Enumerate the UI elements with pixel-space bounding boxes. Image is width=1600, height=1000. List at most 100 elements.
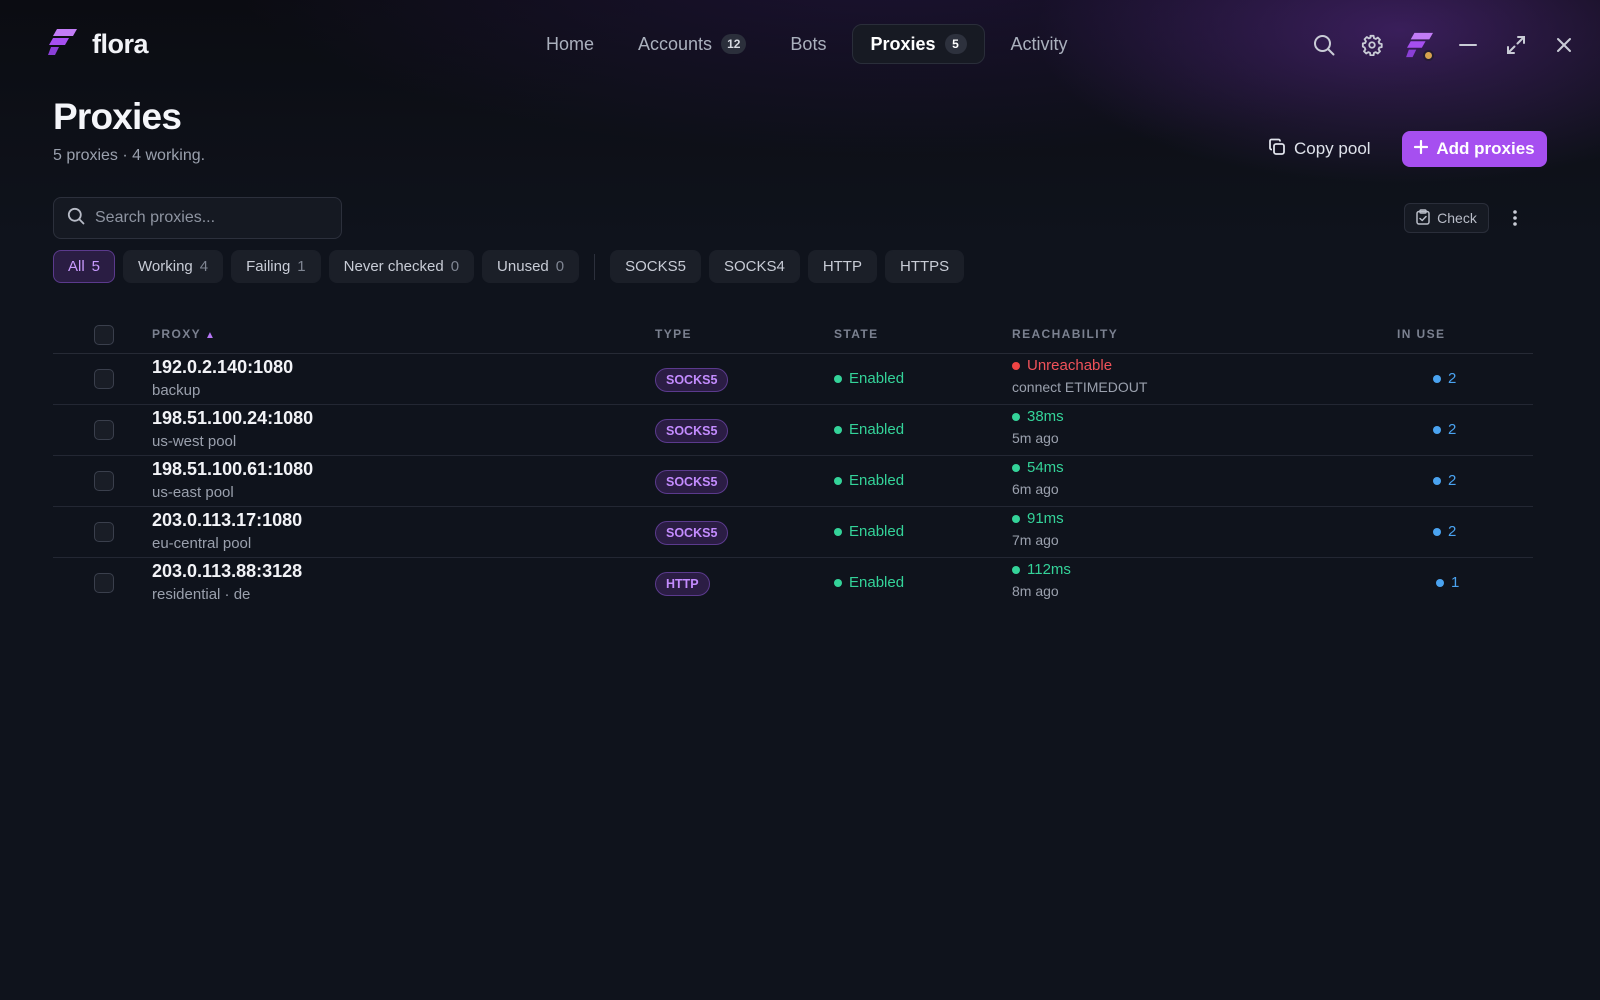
in-use-count: 2 [1448,421,1457,438]
row-checkbox[interactable] [94,369,114,389]
table-row[interactable]: 198.51.100.24:1080 us-west pool SOCKS5 E… [53,405,1533,456]
status-dot [1012,412,1020,421]
expand-icon[interactable] [1492,28,1540,62]
gear-icon[interactable] [1348,28,1396,62]
table-header: PROXY ▲ TYPE STATE REACHABILITY IN USE [53,316,1533,354]
nav-label: Home [546,33,595,54]
nav-bots[interactable]: Bots [772,24,844,64]
reachability-status: Unreachable [1012,357,1147,374]
copy-pool-button[interactable]: Copy pool [1262,131,1377,167]
copy-icon [1268,138,1286,161]
status-dot [1012,463,1020,472]
add-proxies-label: Add proxies [1436,139,1535,158]
row-checkbox[interactable] [94,573,114,593]
filter-all[interactable]: All 5 [53,250,116,283]
proxy-address: 198.51.100.24:1080 [152,408,314,428]
proxy-label: us-west pool [152,433,237,450]
reachability-cell: 91ms 7m ago [1012,510,1064,548]
state-cell: Enabled [834,523,904,540]
nav-label: Activity [1010,33,1068,54]
status-dot [1436,578,1444,587]
in-use-cell[interactable]: 2 [1433,523,1456,540]
flora-logo-icon [48,28,78,61]
chip-label: HTTPS [899,258,950,275]
row-checkbox[interactable] [94,471,114,491]
clipboard-check-icon [1416,208,1430,228]
status-dot [834,476,842,485]
state-cell: Enabled [834,370,904,387]
search-icon[interactable] [1300,28,1348,62]
close-icon[interactable] [1540,28,1588,62]
in-use-cell[interactable]: 1 [1436,574,1459,591]
check-button[interactable]: Check [1404,203,1489,233]
column-header-in-use[interactable]: IN USE [1397,327,1445,341]
nav-home[interactable]: Home [528,24,612,64]
copy-pool-label: Copy pool [1294,139,1371,158]
table-row[interactable]: 203.0.113.17:1080 eu-central pool SOCKS5… [53,507,1533,558]
nav-count-badge: 5 [944,34,967,54]
state-label: Enabled [849,370,905,387]
proxy-label: residential · de [152,586,251,603]
filter-working[interactable]: Working 4 [123,250,224,283]
column-header-type[interactable]: TYPE [655,327,692,341]
nav-proxies[interactable]: Proxies 5 [852,24,985,64]
table-row[interactable]: 192.0.2.140:1080 backup SOCKS5 Enabled U… [53,354,1533,405]
proxy-address: 192.0.2.140:1080 [152,357,294,377]
in-use-count: 1 [1451,574,1460,591]
reachability-value: 38ms [1027,408,1064,425]
state-label: Enabled [849,472,905,489]
reachability-cell: 112ms 8m ago [1012,561,1071,599]
filter-type-http[interactable]: HTTP [807,250,877,283]
type-badge: HTTP [655,572,710,596]
proxy-table: PROXY ▲ TYPE STATE REACHABILITY IN USE 19… [53,316,1533,609]
in-use-cell[interactable]: 2 [1433,421,1456,438]
table-row[interactable]: 203.0.113.88:3128 residential · de HTTP … [53,558,1533,609]
status-dot [1433,527,1441,536]
filter-type-socks5[interactable]: SOCKS5 [610,250,701,283]
column-header-state[interactable]: STATE [834,327,879,341]
chip-label: Unused [497,258,549,275]
nav-label: Bots [790,33,827,54]
filter-never-checked[interactable]: Never checked 0 [328,250,475,283]
select-all-checkbox[interactable] [94,325,114,345]
chip-label: All [68,258,85,275]
avatar[interactable] [1396,28,1444,62]
status-dot [834,527,842,536]
state-cell: Enabled [834,574,904,591]
window-actions [1300,28,1588,62]
proxy-label: backup [152,382,201,399]
status-dot [834,425,842,434]
row-checkbox[interactable] [94,420,114,440]
in-use-cell[interactable]: 2 [1433,370,1456,387]
row-checkbox[interactable] [94,522,114,542]
app-name: flora [92,29,149,59]
table-row[interactable]: 198.51.100.61:1080 us-east pool SOCKS5 E… [53,456,1533,507]
filter-type-https[interactable]: HTTPS [884,250,965,283]
column-header-proxy[interactable]: PROXY ▲ [152,327,216,341]
reachability-value: 112ms [1027,561,1071,578]
add-proxies-button[interactable]: Add proxies [1402,131,1547,167]
minimize-icon[interactable] [1444,28,1492,62]
filter-unused[interactable]: Unused 0 [482,250,580,283]
nav-activity[interactable]: Activity [993,24,1086,64]
filter-bar: All 5 Working 4 Failing 1 Never checked … [53,250,965,283]
filter-type-socks4[interactable]: SOCKS4 [708,250,800,283]
reachability-cell: 38ms 5m ago [1012,408,1064,446]
state-label: Enabled [849,574,905,591]
filter-failing[interactable]: Failing 1 [231,250,321,283]
status-dot [834,374,842,383]
proxy-cell: 203.0.113.88:3128 residential · de [152,561,302,603]
in-use-cell[interactable]: 2 [1433,472,1456,489]
status-dot [1433,374,1441,383]
type-badge: SOCKS5 [655,419,729,443]
column-header-reachability[interactable]: REACHABILITY [1012,327,1118,341]
proxy-cell: 198.51.100.24:1080 us-west pool [152,408,313,450]
search-input[interactable] [95,209,315,227]
brand[interactable]: flora [48,28,149,61]
in-use-count: 2 [1448,472,1457,489]
chip-count: 1 [297,258,306,275]
status-dot [834,578,842,587]
proxy-cell: 203.0.113.17:1080 eu-central pool [152,510,302,552]
nav-accounts[interactable]: Accounts 12 [620,24,764,64]
more-vertical-icon[interactable] [1503,203,1527,233]
